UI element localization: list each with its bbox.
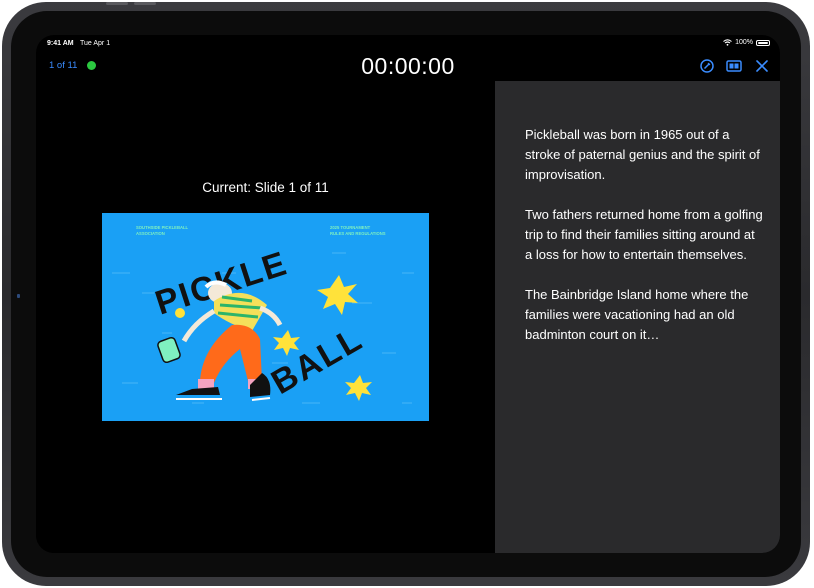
battery-icon — [756, 39, 770, 46]
presenter-display: 9:41 AM Tue Apr 1 100% 1 of 11 00:00:00 — [36, 35, 780, 553]
current-slide-label: Current: Slide 1 of 11 — [202, 180, 329, 195]
edit-notes-icon[interactable] — [699, 58, 715, 74]
presentation-timer[interactable]: 00:00:00 — [36, 53, 780, 80]
slide-header-right-1: 2025 TOURNAMENT — [330, 225, 371, 230]
status-date: Tue Apr 1 — [80, 40, 111, 47]
volume-button — [106, 2, 128, 5]
volume-button — [134, 2, 156, 5]
current-slide-pane: Current: Slide 1 of 11 SOUTHSIDE PICKLEB… — [36, 81, 495, 553]
slide-header-right-2: RULES AND REGULATIONS — [330, 231, 386, 236]
presenter-notes[interactable]: Pickleball was born in 1965 out of a str… — [525, 125, 765, 365]
layout-icon[interactable] — [726, 58, 742, 74]
notes-paragraph: Pickleball was born in 1965 out of a str… — [525, 127, 760, 182]
current-slide-thumbnail[interactable]: SOUTHSIDE PICKLEBALL ASSOCIATION 2025 TO… — [102, 213, 429, 421]
status-time: 9:41 AM — [47, 40, 74, 47]
status-bar: 9:41 AM Tue Apr 1 100% — [36, 35, 780, 51]
camera-dot — [17, 294, 20, 298]
battery-percent: 100% — [735, 39, 753, 46]
presenter-toolbar: 1 of 11 00:00:00 — [36, 52, 780, 80]
presenter-notes-pane[interactable]: Pickleball was born in 1965 out of a str… — [495, 81, 780, 553]
close-icon[interactable] — [754, 58, 770, 74]
notes-paragraph: Two fathers returned home from a golfing… — [525, 207, 763, 262]
notes-paragraph: The Bainbridge Island home where the fam… — [525, 287, 749, 342]
slide-artwork: SOUTHSIDE PICKLEBALL ASSOCIATION 2025 TO… — [102, 213, 429, 421]
status-right: 100% — [723, 39, 770, 46]
slide-header-left-2: ASSOCIATION — [136, 231, 165, 236]
wifi-icon — [723, 39, 732, 46]
slide-header-left-1: SOUTHSIDE PICKLEBALL — [136, 225, 189, 230]
